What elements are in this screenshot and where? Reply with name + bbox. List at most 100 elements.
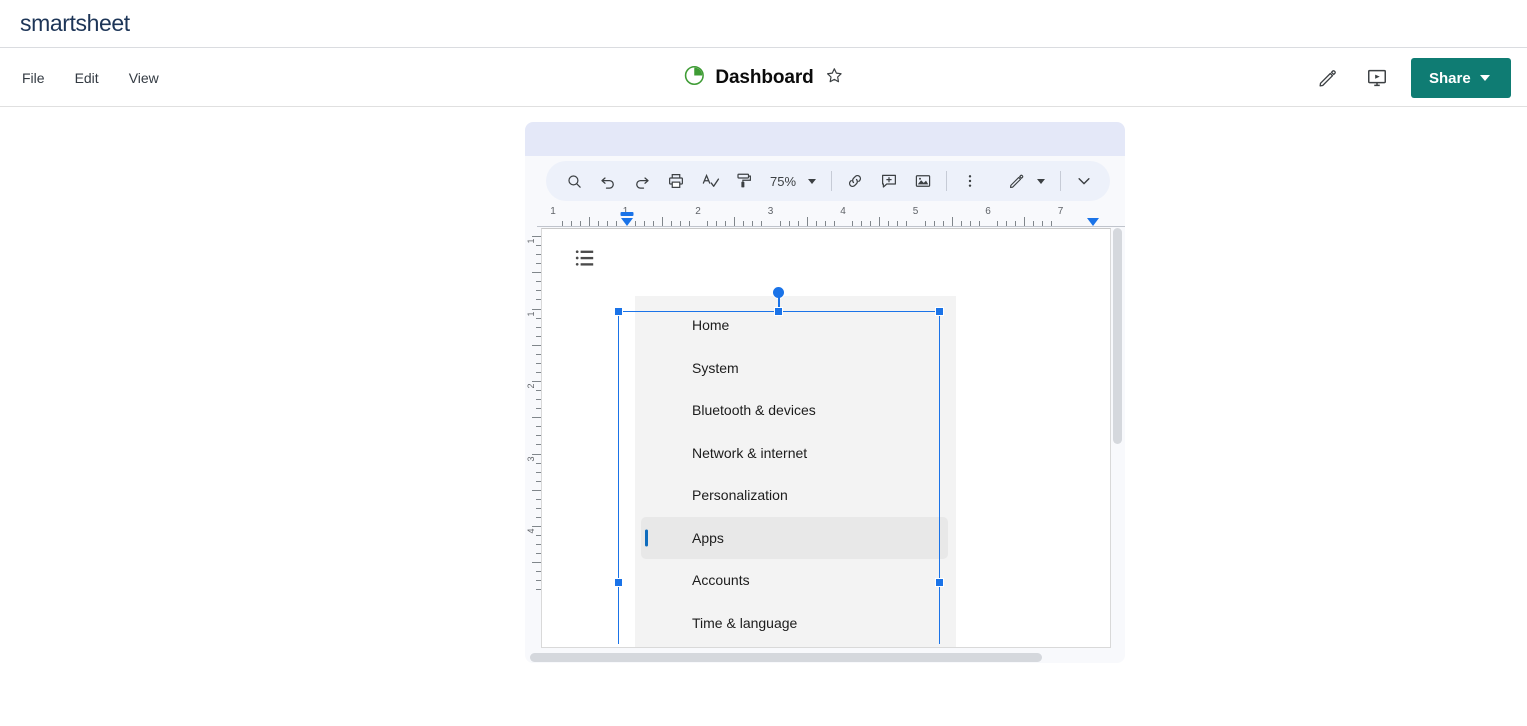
editing-mode-selector[interactable]	[1002, 170, 1051, 193]
edit-pencil-icon[interactable]	[1311, 62, 1343, 94]
ruler-tick	[997, 221, 999, 226]
settings-nav-item-label: Apps	[692, 529, 724, 546]
ruler-label: 1	[550, 206, 556, 217]
ruler-tick	[679, 221, 681, 226]
image-icon[interactable]	[909, 167, 937, 195]
ruler-baseline	[537, 226, 1125, 227]
print-icon[interactable]	[662, 167, 690, 195]
ruler-tick	[1042, 221, 1044, 226]
vertical-ruler[interactable]: 1 1 2 3 4	[525, 228, 542, 648]
ruler-tick	[906, 221, 908, 226]
ruler-tick	[562, 221, 564, 226]
ruler-tick	[752, 221, 754, 226]
link-icon[interactable]	[841, 167, 869, 195]
ruler-tick	[607, 221, 609, 226]
chevron-down-icon	[1479, 75, 1490, 81]
selection-handle-middle-left[interactable]	[614, 578, 623, 587]
horizontal-scrollbar-thumb[interactable]	[530, 653, 1042, 662]
share-button[interactable]: Share	[1411, 58, 1511, 98]
ruler-tick	[643, 221, 645, 226]
more-vertical-icon[interactable]	[956, 167, 984, 195]
toolbar-divider-2	[946, 171, 948, 191]
star-outline-icon[interactable]	[825, 66, 844, 90]
presentation-icon[interactable]	[1361, 62, 1393, 94]
v-ruler-tick	[532, 417, 541, 419]
left-indent-marker[interactable]	[621, 218, 633, 226]
toolbar-divider	[831, 171, 833, 191]
horizontal-ruler[interactable]: 11234567	[537, 206, 1125, 228]
menu-edit[interactable]: Edit	[71, 66, 103, 90]
ruler-tick	[743, 221, 745, 226]
ruler-tick	[806, 217, 808, 226]
share-button-label: Share	[1429, 69, 1471, 87]
ruler-tick	[670, 221, 672, 226]
ruler-tick	[969, 221, 971, 226]
ruler-tick	[852, 221, 854, 226]
ruler-tick	[580, 221, 582, 226]
page-title: Dashboard	[715, 67, 814, 88]
right-indent-marker[interactable]	[1087, 218, 1099, 226]
windows-settings-image[interactable]: Home System Bluetooth & devices Network & i…	[635, 296, 956, 647]
search-icon[interactable]	[560, 167, 588, 195]
comment-icon[interactable]	[875, 167, 903, 195]
undo-icon[interactable]	[594, 167, 622, 195]
settings-nav-item: System	[635, 347, 956, 390]
selection-handle-top-left[interactable]	[614, 307, 623, 316]
ruler-tick	[897, 221, 899, 226]
document-canvas[interactable]: Home System Bluetooth & devices Network & i…	[541, 228, 1111, 648]
ruler-tick	[942, 221, 944, 226]
v-ruler-label: 1	[526, 310, 536, 317]
selection-handle-top-right[interactable]	[935, 307, 944, 316]
ruler-tick	[616, 221, 618, 226]
chevron-down-icon	[1037, 178, 1046, 184]
ruler-tick	[1006, 221, 1008, 226]
selection-handle-middle-right[interactable]	[935, 578, 944, 587]
zoom-selector[interactable]: 75%	[764, 171, 822, 192]
pie-chart-icon	[683, 65, 704, 91]
menu-view[interactable]: View	[125, 66, 163, 90]
v-ruler-label: 2	[526, 383, 536, 389]
redo-icon[interactable]	[628, 167, 656, 195]
ruler-tick	[779, 221, 781, 226]
ruler-tick	[716, 221, 718, 226]
v-ruler-label: 4	[526, 528, 536, 534]
smartsheet-logo[interactable]: smartsheet	[20, 10, 130, 37]
ruler-tick	[879, 217, 881, 226]
zoom-value: 75%	[770, 173, 797, 189]
spellcheck-icon[interactable]	[696, 167, 724, 195]
vertical-scrollbar[interactable]	[1110, 226, 1124, 660]
v-ruler-tick	[532, 562, 541, 564]
title-group: Dashboard	[683, 49, 843, 107]
ruler-tick	[951, 217, 953, 226]
ruler-tick	[634, 221, 636, 226]
horizontal-scrollbar[interactable]	[527, 650, 1123, 663]
ruler-tick	[815, 221, 817, 226]
paint-format-icon[interactable]	[730, 167, 758, 195]
v-ruler-tick	[532, 308, 541, 310]
ruler-tick	[707, 221, 709, 226]
selection-left-edge	[618, 311, 619, 644]
v-ruler-tick	[532, 236, 541, 237]
settings-nav-item: Apps	[641, 516, 948, 559]
app-header: File Edit View Dashboard Share	[0, 49, 1527, 107]
ruler-tick	[725, 221, 727, 226]
ruler-label: 7	[1057, 206, 1064, 217]
ruler-tick	[661, 217, 663, 226]
ruler-label: 4	[840, 206, 846, 217]
ruler-tick	[824, 221, 826, 226]
v-ruler-tick	[532, 272, 541, 274]
header-actions: Share	[1311, 49, 1511, 107]
v-ruler-tick	[532, 526, 541, 527]
collapse-menus-chevron-down-icon[interactable]	[1070, 167, 1098, 195]
ruler-tick	[788, 221, 790, 226]
ruler-tick	[1015, 221, 1017, 226]
bulleted-list-icon	[575, 249, 597, 272]
ruler-tick	[734, 217, 736, 226]
menu-file[interactable]: File	[18, 66, 49, 90]
vertical-scrollbar-thumb[interactable]	[1113, 228, 1122, 444]
ruler-label: 5	[912, 206, 919, 217]
selection-handle-top-center[interactable]	[774, 307, 783, 316]
ruler-tick	[833, 221, 835, 226]
settings-nav-item: Network & internet	[635, 432, 956, 475]
first-line-indent-marker[interactable]	[620, 212, 634, 216]
